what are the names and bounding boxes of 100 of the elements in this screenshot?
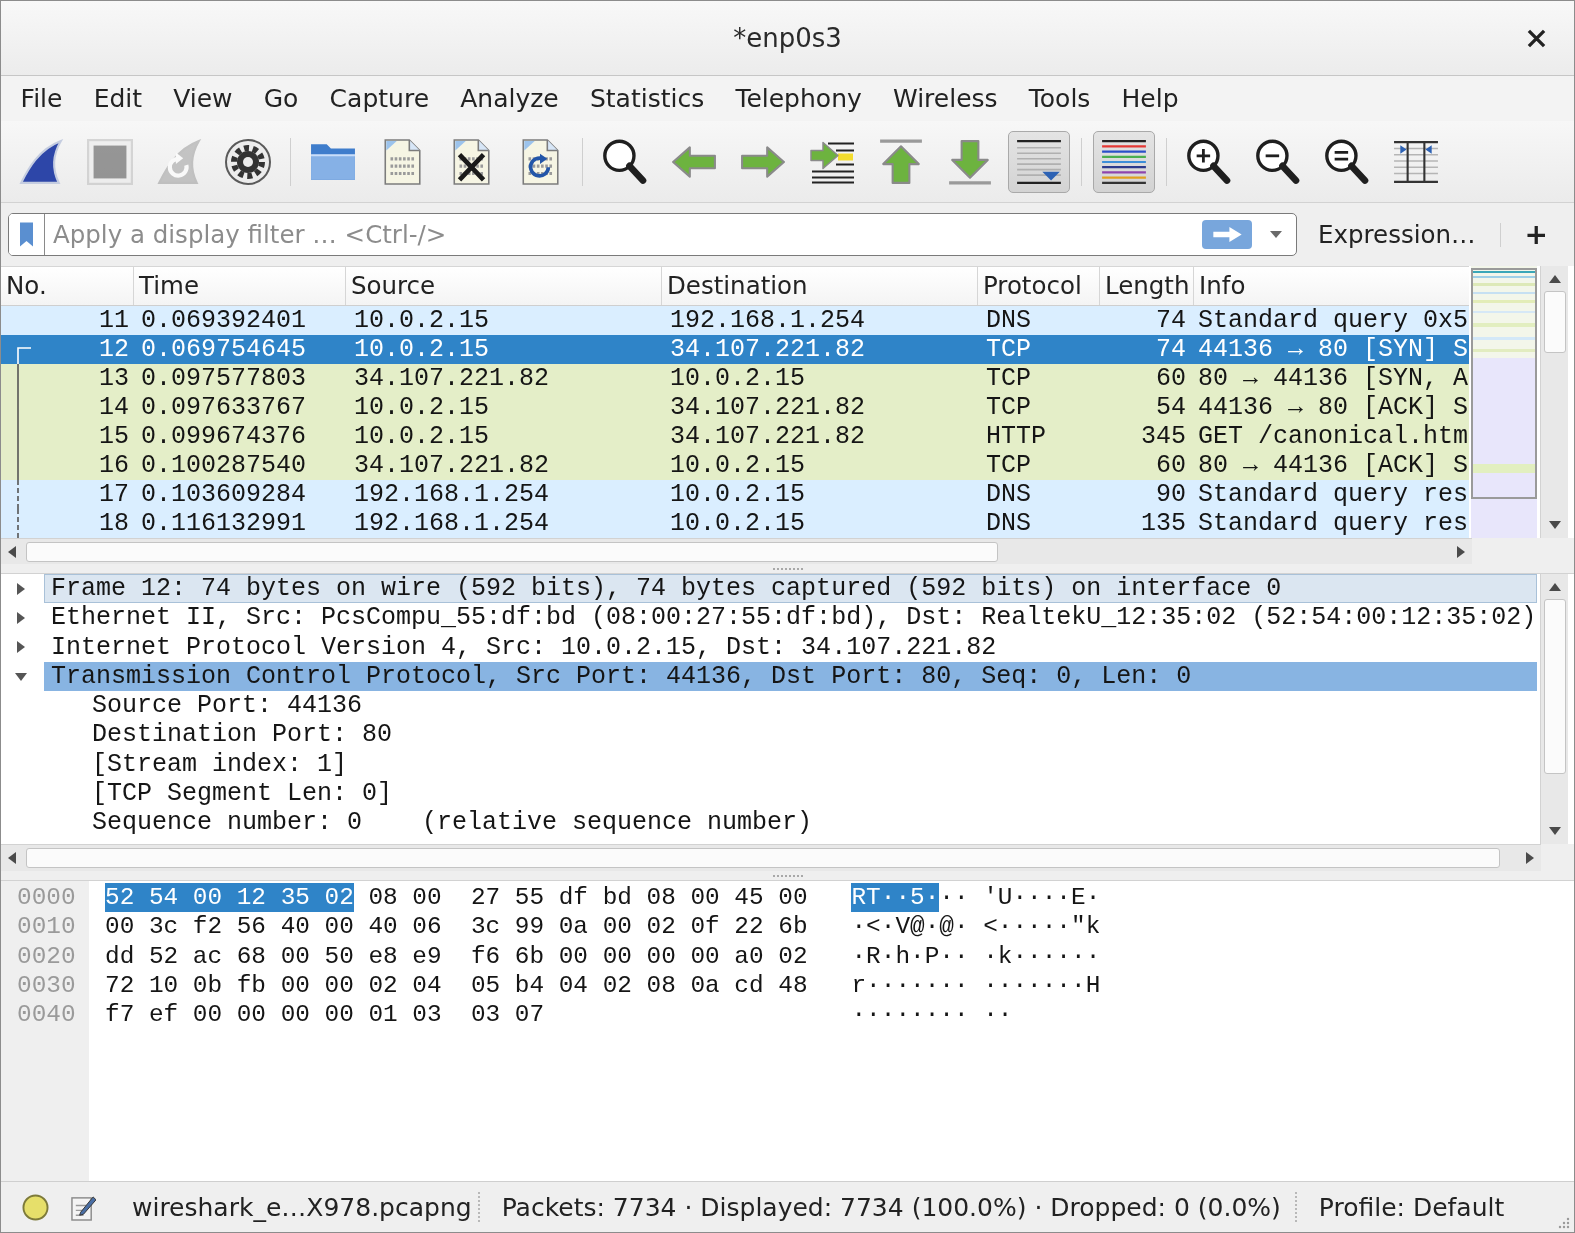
column-header[interactable]: Info xyxy=(1194,267,1469,305)
tree-item[interactable]: Internet Protocol Version 4, Src: 10.0.2.15, Dst: 34.107.221.82 xyxy=(44,632,1004,662)
tree-item[interactable]: Transmission Control Protocol, Src Port: 44136, Dst Port: 80, Seq: 0, Len: 0 xyxy=(44,661,1537,692)
scrollbar-thumb[interactable] xyxy=(1543,291,1566,353)
tree-item[interactable]: Destination Port: 80 xyxy=(85,720,400,750)
menu-item[interactable]: Tools xyxy=(1013,84,1106,113)
notepad-pencil-icon[interactable] xyxy=(71,1193,96,1221)
packet-row[interactable]: 11 0.069392401 10.0.2.15 192.168.1.254 DNS 74 Standard query 0x5 xyxy=(1,306,1469,335)
hex-bytes[interactable]: f6 6b 00 00 00 00 a0 02 xyxy=(470,941,808,971)
close-icon[interactable] xyxy=(1527,28,1546,48)
scroll-up-arrow-icon[interactable] xyxy=(1548,275,1561,283)
resize-grip-icon[interactable] xyxy=(1558,1217,1570,1229)
packet-counts: Packets: 7734 · Displayed: 7734 (100.0%) · Dropped: 0 (0.0%) xyxy=(501,1192,1281,1222)
scrollbar-thumb[interactable] xyxy=(26,848,1500,868)
hex-bytes[interactable]: 00 3c f2 56 40 00 40 06 xyxy=(105,912,442,942)
ascii-text[interactable]: ·· xyxy=(939,883,969,913)
menu-item[interactable]: File xyxy=(5,84,79,113)
caret-right-icon[interactable] xyxy=(16,641,25,654)
horizontal-scrollbar[interactable] xyxy=(1,844,1541,871)
tree-item[interactable]: Source Port: 44136 xyxy=(85,691,370,721)
ascii-text[interactable]: ·k······ xyxy=(983,941,1101,971)
scroll-left-arrow-icon[interactable] xyxy=(8,852,16,864)
packet-row[interactable]: 15 0.099674376 10.0.2.15 34.107.221.82 HTTP 345 GET /canonical.htm xyxy=(1,422,1469,451)
packet-row[interactable]: 14 0.097633767 10.0.2.15 34.107.221.82 TCP 54 44136 → 80 [ACK] S xyxy=(1,393,1469,422)
splitter-handle[interactable] xyxy=(772,567,803,570)
caret-down-icon[interactable] xyxy=(14,672,27,681)
column-header[interactable]: Protocol xyxy=(978,267,1100,305)
tree-item[interactable]: Sequence number: 0 (relative sequence number) xyxy=(85,808,820,838)
table-cell-text: TCP xyxy=(985,451,1032,480)
scroll-up-arrow-icon[interactable] xyxy=(1548,583,1561,591)
scrollbar-thumb[interactable] xyxy=(26,541,998,562)
splitter-handle[interactable] xyxy=(772,874,803,877)
hex-bytes[interactable]: dd 52 ac 68 00 50 e8 e9 xyxy=(105,941,442,971)
packet-row[interactable]: 18 0.116132991 192.168.1.254 10.0.2.15 DNS 135 Standard query res xyxy=(1,509,1469,538)
menu-item[interactable]: Edit xyxy=(78,84,158,113)
tree-item[interactable]: [TCP Segment Len: 0] xyxy=(85,779,400,809)
hex-bytes[interactable]: 03 07 xyxy=(470,1000,545,1030)
hex-bytes[interactable]: 27 55 df bd 08 00 45 00 xyxy=(470,883,808,913)
scrollbar-thumb[interactable] xyxy=(1543,599,1566,774)
status-dot-icon[interactable] xyxy=(22,1193,49,1221)
hex-bytes[interactable]: 72 10 0b fb 00 00 02 04 xyxy=(105,970,442,1001)
menu-item[interactable]: Capture xyxy=(314,84,445,113)
packet-row[interactable]: 16 0.100287540 34.107.221.82 10.0.2.15 TCP 60 80 → 44136 [ACK] S xyxy=(1,451,1469,480)
vertical-scrollbar[interactable] xyxy=(1540,574,1568,844)
ascii-text[interactable]: RT··5· xyxy=(851,883,940,913)
scroll-down-arrow-icon[interactable] xyxy=(1548,521,1561,529)
scroll-right-arrow-icon[interactable] xyxy=(1457,545,1465,558)
display-filter-field[interactable]: Apply a display filter … <Ctrl-/> xyxy=(45,214,1194,255)
tree-item[interactable]: [Stream index: 1] xyxy=(85,749,355,780)
ascii-text[interactable]: ·······H xyxy=(983,970,1101,1001)
expression-button[interactable]: Expression… xyxy=(1316,218,1478,251)
column-header[interactable]: No. xyxy=(1,267,134,305)
ascii-text[interactable]: <·····"k xyxy=(983,912,1101,942)
tree-item[interactable]: Ethernet II, Src: PcsCompu_55:df:bd (08:00:27:55:df:bd), Dst: RealtekU_12:35:02 (52:54:00:12:35:02) xyxy=(44,603,1537,633)
scroll-down-arrow-icon[interactable] xyxy=(1548,827,1561,835)
table-cell-text: 60 xyxy=(1155,364,1187,393)
caret-right-icon[interactable] xyxy=(16,611,25,624)
column-header[interactable]: Destination xyxy=(662,267,978,305)
column-header[interactable]: Length xyxy=(1100,267,1194,305)
caret-right-icon[interactable] xyxy=(16,582,25,595)
zoom-out-icon xyxy=(1255,138,1301,185)
menu-item[interactable]: Telephony xyxy=(719,84,878,113)
table-cell-text: 10.0.2.15 xyxy=(669,451,807,480)
hex-bytes[interactable]: 3c 99 0a 00 02 0f 22 6b xyxy=(470,912,808,942)
vertical-scrollbar[interactable] xyxy=(1540,266,1568,538)
bookmark-button[interactable] xyxy=(9,214,45,255)
profile-name[interactable]: Profile: Default xyxy=(1318,1192,1505,1222)
table-cell-text: 0.103609284 xyxy=(140,480,308,509)
menu-item[interactable]: Analyze xyxy=(444,84,575,113)
column-header[interactable]: Time xyxy=(134,267,346,305)
hex-bytes[interactable]: 05 b4 04 02 08 0a cd 48 xyxy=(470,970,808,1001)
ascii-text[interactable]: r······· xyxy=(851,970,969,1001)
hex-bytes[interactable]: f7 ef 00 00 00 00 01 03 xyxy=(105,1000,442,1030)
column-header[interactable]: Source xyxy=(346,267,662,305)
ascii-text[interactable]: 'U····E· xyxy=(983,883,1101,913)
menu-item[interactable]: Wireless xyxy=(877,84,1014,113)
menu-item[interactable]: Go xyxy=(248,84,314,113)
table-cell-text: 0.097633767 xyxy=(140,393,308,422)
menu-item[interactable]: Help xyxy=(1105,84,1195,113)
tree-item[interactable]: Frame 12: 74 bytes on wire (592 bits), 74 bytes captured (592 bits) on interface 0 xyxy=(44,574,1537,604)
hex-bytes[interactable]: 08 00 xyxy=(368,883,442,913)
horizontal-scrollbar[interactable] xyxy=(1,538,1472,564)
add-filter-button[interactable]: + xyxy=(1520,218,1552,251)
zoom-reset-icon xyxy=(1324,138,1370,185)
hex-bytes[interactable]: 52 54 00 12 35 02 xyxy=(105,883,354,913)
right-arrow-icon xyxy=(1211,226,1243,243)
ascii-text[interactable]: ·R·h·P·· xyxy=(851,941,969,971)
menu-item[interactable]: Statistics xyxy=(574,84,720,113)
packet-row[interactable]: 17 0.103609284 192.168.1.254 10.0.2.15 DNS 90 Standard query res xyxy=(1,480,1469,509)
packet-row[interactable]: 13 0.097577803 34.107.221.82 10.0.2.15 TCP 60 80 → 44136 [SYN, A xyxy=(1,364,1469,393)
ascii-text[interactable]: ·<·V@·@· xyxy=(851,912,969,942)
scroll-right-arrow-icon[interactable] xyxy=(1526,852,1534,864)
packet-row[interactable]: 12 0.069754645 10.0.2.15 34.107.221.82 TCP 74 44136 → 80 [SYN] S xyxy=(1,335,1469,364)
ascii-text[interactable]: ·· xyxy=(983,1000,1013,1030)
scroll-left-arrow-icon[interactable] xyxy=(8,545,16,558)
display-filter-box[interactable]: Apply a display filter … <Ctrl-/> xyxy=(8,213,1297,256)
ascii-text[interactable]: ········ xyxy=(851,1000,969,1030)
colorize-button[interactable] xyxy=(1093,130,1155,193)
auto-scroll-button[interactable] xyxy=(1008,130,1070,193)
menu-item[interactable]: View xyxy=(157,84,249,113)
